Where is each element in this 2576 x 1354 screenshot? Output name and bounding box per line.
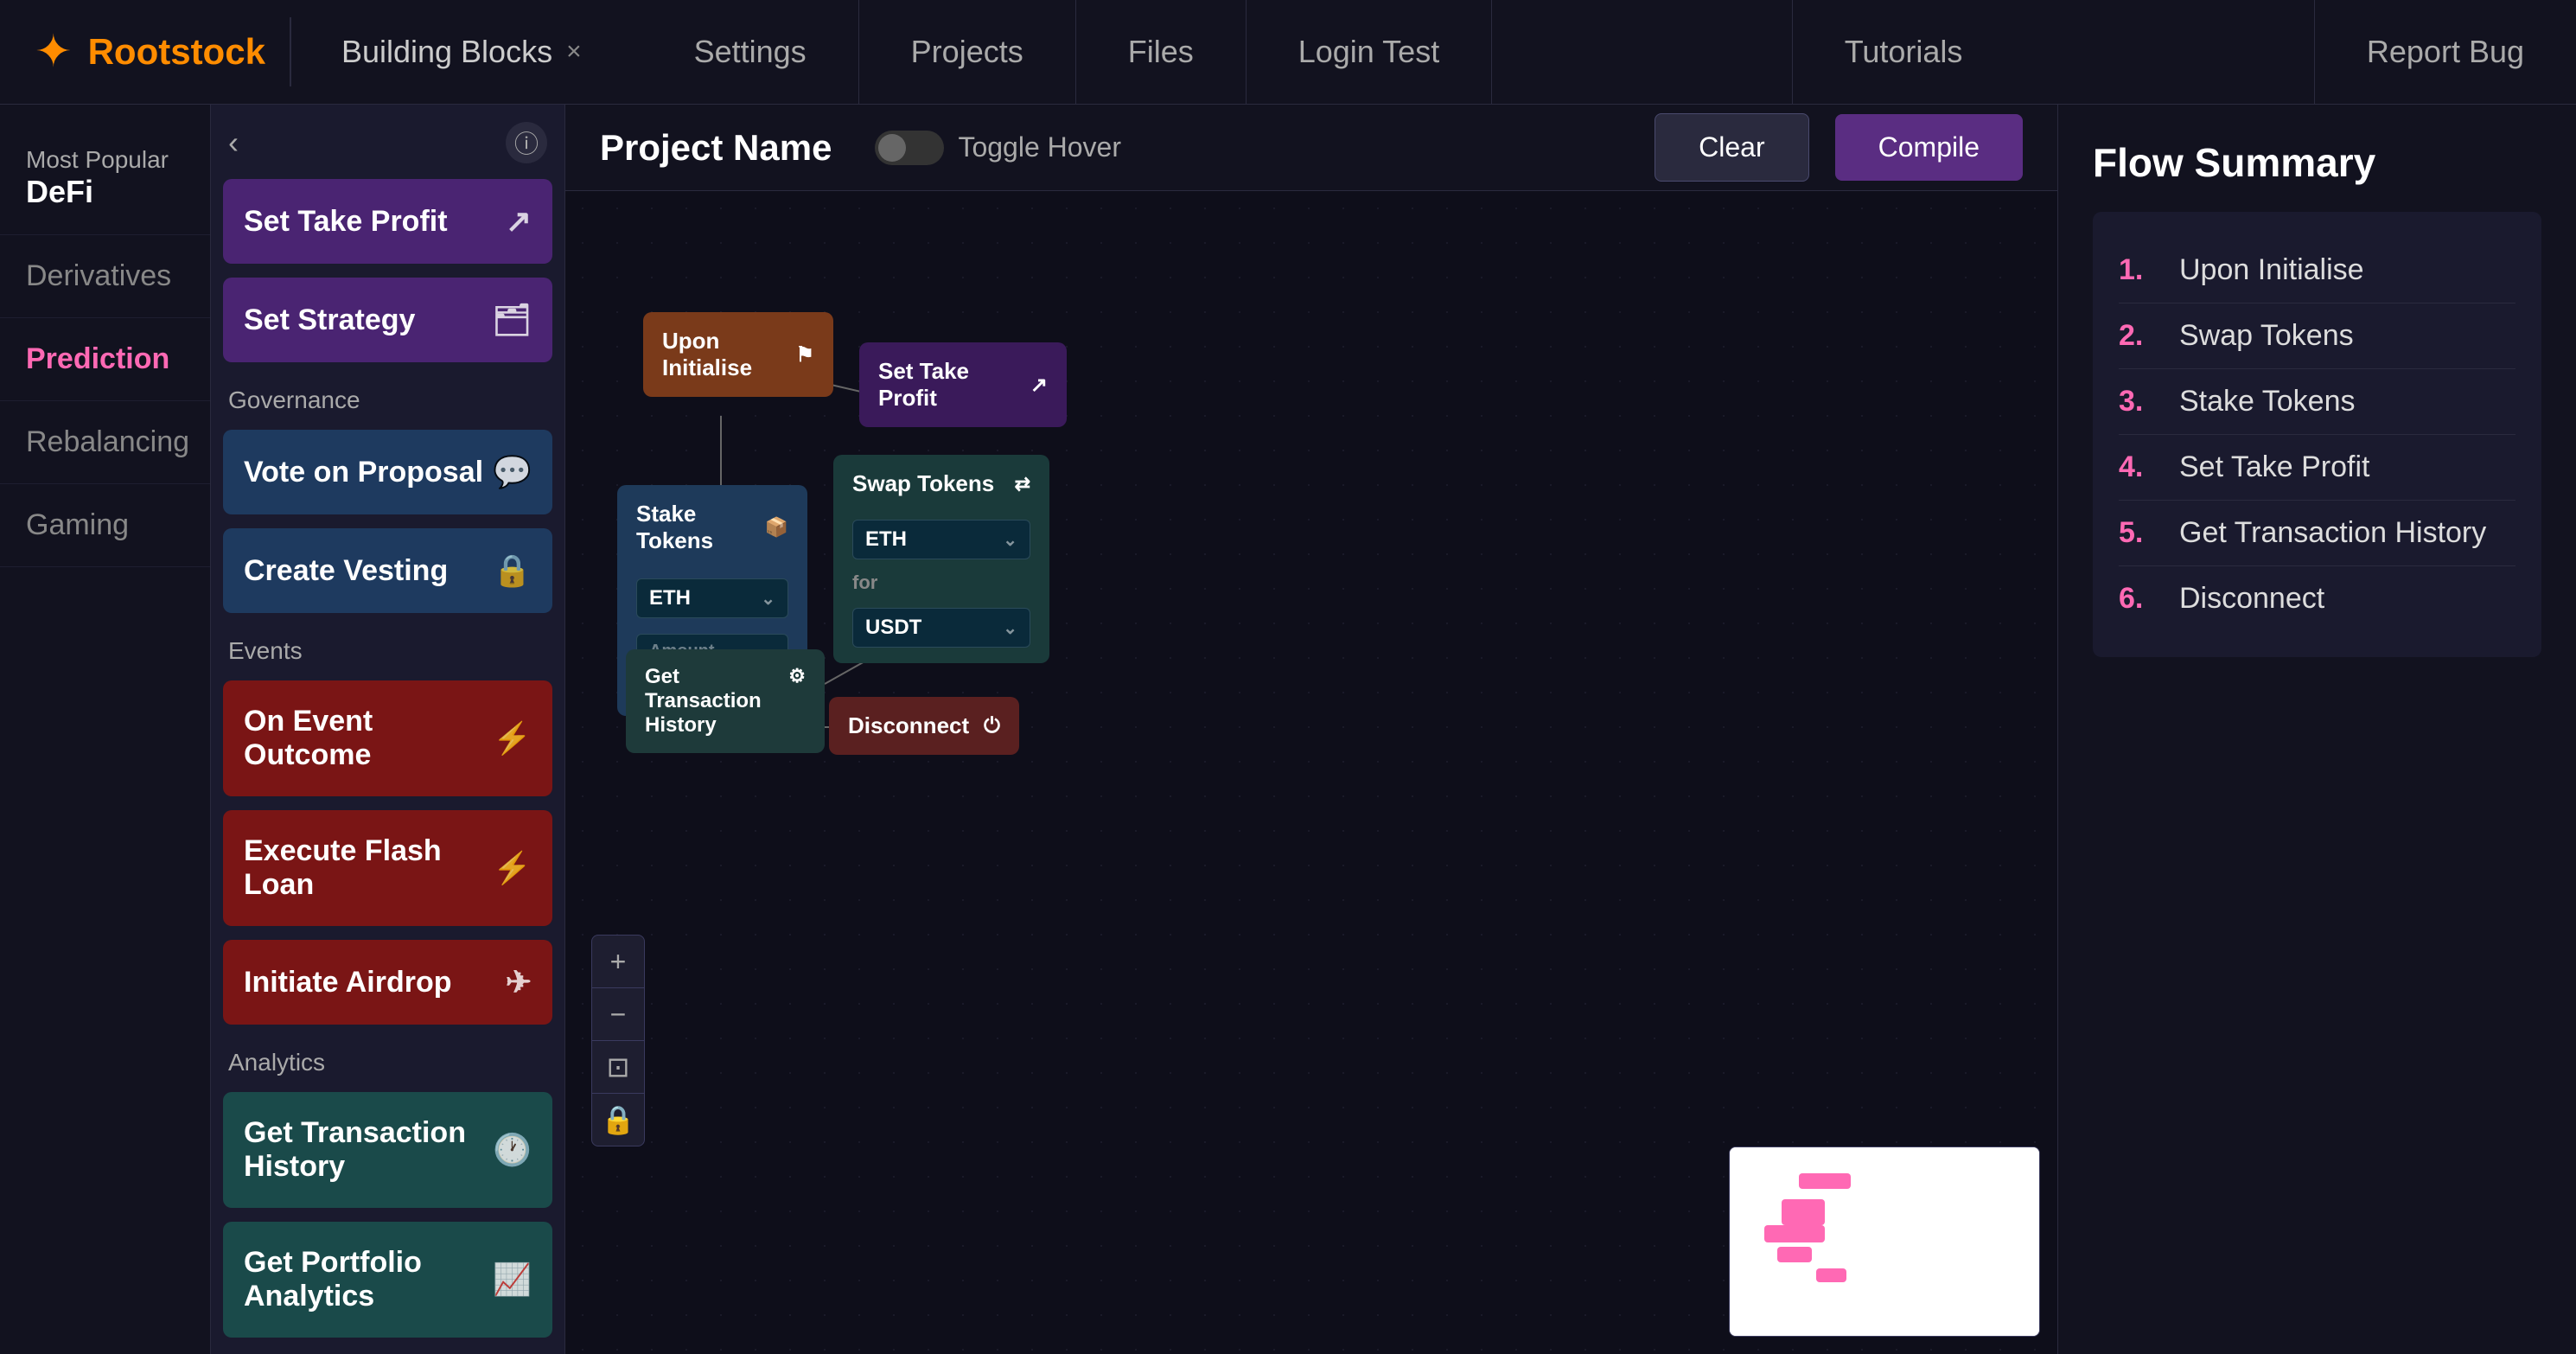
block-create-vesting[interactable]: Create Vesting 🔒 (223, 528, 552, 613)
swap-from-field[interactable]: ETH ⌄ (852, 520, 1030, 559)
toggle-hover-label: Toggle Hover (958, 131, 1121, 163)
sidebar-item-most-popular-defi[interactable]: Most Popular DeFi (0, 122, 210, 235)
back-button[interactable]: ‹ (228, 125, 239, 161)
vote-icon: 💬 (493, 454, 532, 490)
nav-tabs: Settings Projects Files Login Test Tutor… (642, 0, 2576, 104)
take-profit-icon: ↗ (506, 203, 532, 240)
tab-tutorials[interactable]: Tutorials (1792, 0, 2015, 104)
lock-button[interactable]: 🔒 (592, 1094, 644, 1146)
node-set-take-profit[interactable]: Set Take Profit ↗ (859, 342, 1067, 427)
minimap-block-2 (1782, 1199, 1825, 1225)
tab-projects[interactable]: Projects (859, 0, 1076, 104)
compile-button[interactable]: Compile (1835, 114, 2023, 181)
swap-tokens-label: Swap Tokens (852, 470, 994, 497)
minimap-block-1 (1799, 1173, 1851, 1189)
canvas-toolbar: Project Name Toggle Hover Clear Compile (565, 105, 2057, 191)
logo-area: ✦ Rootstock Building Blocks × (0, 17, 642, 86)
nav-divider (290, 17, 291, 86)
minimap-block-4 (1777, 1247, 1812, 1262)
logo-text: Rootstock (88, 31, 265, 73)
node-swap-tokens[interactable]: Swap Tokens ⇄ ETH ⌄ for USDT ⌄ (833, 455, 1049, 663)
minimap-block-5 (1816, 1268, 1846, 1282)
node-get-tx-history[interactable]: Get Transaction History ⚙ (626, 649, 825, 753)
minimap-inner (1730, 1147, 2039, 1336)
active-tab-label: Building Blocks × (316, 34, 608, 70)
block-set-strategy[interactable]: Set Strategy 🗂 (223, 278, 552, 362)
blocks-panel-header: ‹ ⓘ (211, 113, 564, 172)
disconnect-label: Disconnect (848, 712, 969, 739)
flow-summary-list: 1. Upon Initialise 2. Swap Tokens 3. Sta… (2093, 212, 2541, 657)
swap-to-field[interactable]: USDT ⌄ (852, 608, 1030, 648)
fit-view-button[interactable]: ⊡ (592, 1041, 644, 1093)
zoom-in-button[interactable]: + (592, 936, 644, 987)
minimap-block-3 (1764, 1225, 1825, 1242)
node-upon-initialise[interactable]: Upon Initialise ⚑ (643, 312, 833, 397)
tab-files[interactable]: Files (1076, 0, 1247, 104)
info-button[interactable]: ⓘ (506, 122, 547, 163)
flow-item-2: 2. Swap Tokens (2119, 303, 2515, 369)
sidebar-categories: Most Popular DeFi Derivatives Prediction… (0, 105, 211, 1354)
zoom-controls: + − ⊡ 🔒 (591, 935, 645, 1146)
tab-settings[interactable]: Settings (642, 0, 859, 104)
swap-for-label: for (852, 572, 877, 594)
node-disconnect[interactable]: Disconnect ⏻ (829, 697, 1019, 755)
upon-initialise-icon: ⚑ (795, 342, 814, 367)
swap-tokens-icon: ⇄ (1015, 473, 1030, 495)
sidebar-item-gaming[interactable]: Gaming (0, 484, 210, 567)
flow-item-6: 6. Disconnect (2119, 566, 2515, 631)
top-navigation: ✦ Rootstock Building Blocks × Settings P… (0, 0, 2576, 105)
clear-button[interactable]: Clear (1655, 113, 1808, 182)
toggle-hover-switch[interactable] (875, 131, 944, 165)
block-execute-flash-loan[interactable]: Execute Flash Loan ⚡ (223, 810, 552, 926)
block-get-portfolio-analytics[interactable]: Get Portfolio Analytics 📈 (223, 1222, 552, 1338)
block-vote-on-proposal[interactable]: Vote on Proposal 💬 (223, 430, 552, 514)
stake-tokens-icon: 📦 (765, 516, 788, 539)
get-tx-icon: ⚙ (788, 665, 806, 687)
airdrop-icon: ✈ (506, 964, 532, 1000)
project-name: Project Name (600, 127, 832, 169)
canvas-nodes-area[interactable]: Upon Initialise ⚑ Set Take Profit ↗ Stak… (565, 191, 2057, 1354)
zoom-out-button[interactable]: − (592, 988, 644, 1040)
category-governance: Governance (211, 369, 564, 423)
canvas-area: Project Name Toggle Hover Clear Compile (565, 105, 2057, 1354)
blocks-panel: ‹ ⓘ Set Take Profit ↗ Set Strategy 🗂 Gov… (211, 105, 565, 1354)
strategy-icon: 🗂 (492, 302, 532, 338)
toggle-hover-area: Toggle Hover (875, 131, 1121, 165)
flow-summary-panel: Flow Summary 1. Upon Initialise 2. Swap … (2057, 105, 2576, 1354)
portfolio-icon: 📈 (493, 1261, 532, 1298)
block-get-transaction-history[interactable]: Get Transaction History 🕐 (223, 1092, 552, 1208)
block-initiate-airdrop[interactable]: Initiate Airdrop ✈ (223, 940, 552, 1025)
sidebar-item-prediction[interactable]: Prediction (0, 318, 210, 401)
set-take-profit-icon: ↗ (1030, 373, 1048, 398)
tx-history-icon: 🕐 (493, 1132, 532, 1168)
flow-item-3: 3. Stake Tokens (2119, 369, 2515, 435)
flow-item-5: 5. Get Transaction History (2119, 501, 2515, 566)
get-tx-label: Get Transaction (645, 665, 788, 713)
vesting-icon: 🔒 (493, 552, 532, 589)
disconnect-icon: ⏻ (984, 714, 1000, 738)
category-events: Events (211, 620, 564, 674)
upon-initialise-label: Upon Initialise (662, 328, 795, 381)
stake-tokens-eth-field[interactable]: ETH ⌄ (636, 578, 788, 618)
minimap[interactable] (1729, 1146, 2040, 1337)
tab-close-icon[interactable]: × (566, 37, 582, 67)
main-content: Most Popular DeFi Derivatives Prediction… (0, 105, 2576, 1354)
tab-login-test[interactable]: Login Test (1247, 0, 1492, 104)
flow-item-1: 1. Upon Initialise (2119, 238, 2515, 303)
flash-loan-icon: ⚡ (493, 850, 532, 886)
tab-report-bug[interactable]: Report Bug (2314, 0, 2576, 104)
flow-summary-title: Flow Summary (2093, 139, 2541, 186)
block-on-event-outcome[interactable]: On Event Outcome ⚡ (223, 680, 552, 796)
sidebar-item-rebalancing[interactable]: Rebalancing (0, 401, 210, 484)
set-take-profit-label: Set Take Profit (878, 358, 1030, 412)
logo-icon: ✦ (35, 26, 73, 78)
category-analytics: Analytics (211, 1031, 564, 1085)
event-outcome-icon: ⚡ (493, 720, 532, 757)
block-set-take-profit[interactable]: Set Take Profit ↗ (223, 179, 552, 264)
stake-tokens-label: Stake Tokens (636, 501, 765, 554)
sidebar-item-derivatives[interactable]: Derivatives (0, 235, 210, 318)
flow-item-4: 4. Set Take Profit (2119, 435, 2515, 501)
